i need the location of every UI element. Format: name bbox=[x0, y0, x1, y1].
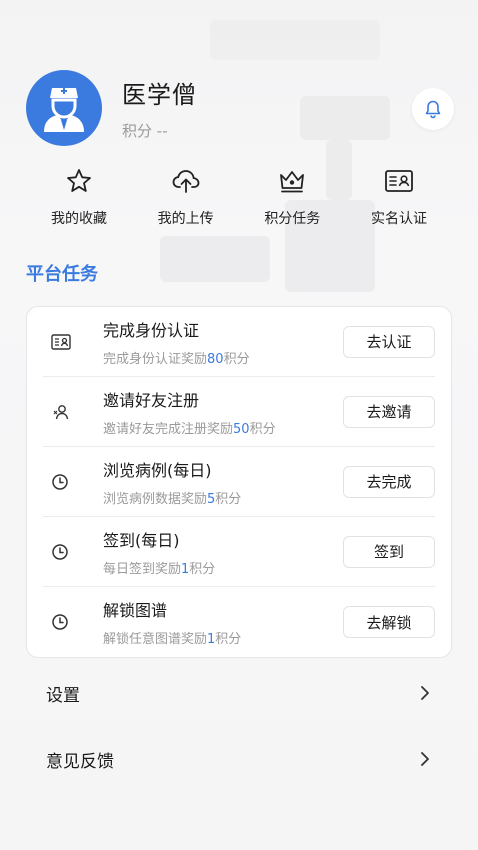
settings-menu: 设置 意见反馈 bbox=[26, 660, 452, 792]
task-row: 浏览病例(每日) 浏览病例数据奖励5积分 去完成 bbox=[43, 447, 435, 517]
task-description: 浏览病例数据奖励5积分 bbox=[103, 491, 242, 507]
chevron-right-icon bbox=[418, 752, 432, 766]
task-list: 完成身份认证 完成身份认证奖励80积分 去认证 邀请好友注册 邀请好友完成注册奖… bbox=[26, 306, 452, 658]
menu-item-feedback[interactable]: 意见反馈 bbox=[26, 726, 452, 792]
doctor-icon bbox=[44, 88, 84, 132]
quick-item-uploads[interactable]: 我的上传 bbox=[133, 166, 239, 228]
chevron-right-icon bbox=[418, 686, 432, 700]
task-title: 签到(每日) bbox=[103, 530, 180, 550]
notification-button[interactable] bbox=[412, 88, 454, 130]
menu-item-settings[interactable]: 设置 bbox=[26, 660, 452, 726]
star-icon bbox=[67, 169, 91, 192]
menu-item-label: 意见反馈 bbox=[46, 751, 114, 772]
task-title: 邀请好友注册 bbox=[103, 390, 200, 410]
quick-item-favorites[interactable]: 我的收藏 bbox=[26, 166, 132, 228]
unlock-button[interactable]: 去解锁 bbox=[343, 606, 435, 638]
id-card-icon bbox=[51, 333, 71, 350]
clock-icon bbox=[52, 473, 68, 490]
quick-item-label: 积分任务 bbox=[264, 211, 321, 227]
points-summary: 积分 -- bbox=[122, 120, 197, 141]
quick-item-label: 实名认证 bbox=[370, 211, 427, 227]
id-card-icon bbox=[385, 170, 413, 192]
quick-item-label: 我的收藏 bbox=[51, 211, 107, 227]
invite-user-icon bbox=[53, 404, 69, 419]
clock-icon bbox=[52, 543, 68, 560]
task-row: 完成身份认证 完成身份认证奖励80积分 去认证 bbox=[43, 307, 435, 377]
quick-item-point-tasks[interactable]: 积分任务 bbox=[239, 166, 345, 228]
task-row: 解锁图谱 解锁任意图谱奖励1积分 去解锁 bbox=[43, 587, 435, 657]
points-label: 积分 bbox=[122, 122, 153, 140]
task-row: 邀请好友注册 邀请好友完成注册奖励50积分 去邀请 bbox=[43, 377, 435, 447]
bell-icon bbox=[425, 100, 441, 119]
quick-item-label: 我的上传 bbox=[157, 211, 214, 227]
complete-button[interactable]: 去完成 bbox=[343, 465, 435, 498]
task-description: 解锁任意图谱奖励1积分 bbox=[103, 632, 242, 647]
task-title: 解锁图谱 bbox=[103, 601, 168, 620]
task-description: 每日签到奖励1积分 bbox=[103, 561, 216, 577]
quick-item-verification[interactable]: 实名认证 bbox=[346, 166, 452, 228]
username: 医学僧 bbox=[122, 81, 197, 109]
profile-header: 医学僧 积分 -- bbox=[26, 70, 197, 146]
quick-actions: 我的收藏 我的上传 积分任务 实名认证 bbox=[26, 166, 452, 228]
cloud-upload-icon bbox=[172, 170, 200, 193]
avatar[interactable] bbox=[26, 70, 102, 146]
check-in-button[interactable]: 签到 bbox=[343, 535, 435, 568]
section-title: 平台任务 bbox=[26, 264, 98, 285]
task-row: 签到(每日) 每日签到奖励1积分 签到 bbox=[43, 517, 435, 587]
task-title: 浏览病例(每日) bbox=[103, 460, 212, 480]
task-description: 邀请好友完成注册奖励50积分 bbox=[103, 421, 276, 437]
task-title: 完成身份认证 bbox=[103, 320, 200, 340]
clock-icon bbox=[52, 614, 68, 630]
verify-button[interactable]: 去认证 bbox=[343, 325, 435, 358]
invite-button[interactable]: 去邀请 bbox=[343, 395, 435, 428]
menu-item-label: 设置 bbox=[46, 685, 80, 706]
task-description: 完成身份认证奖励80积分 bbox=[103, 351, 250, 367]
points-value: -- bbox=[156, 122, 168, 140]
crown-icon bbox=[280, 171, 305, 193]
